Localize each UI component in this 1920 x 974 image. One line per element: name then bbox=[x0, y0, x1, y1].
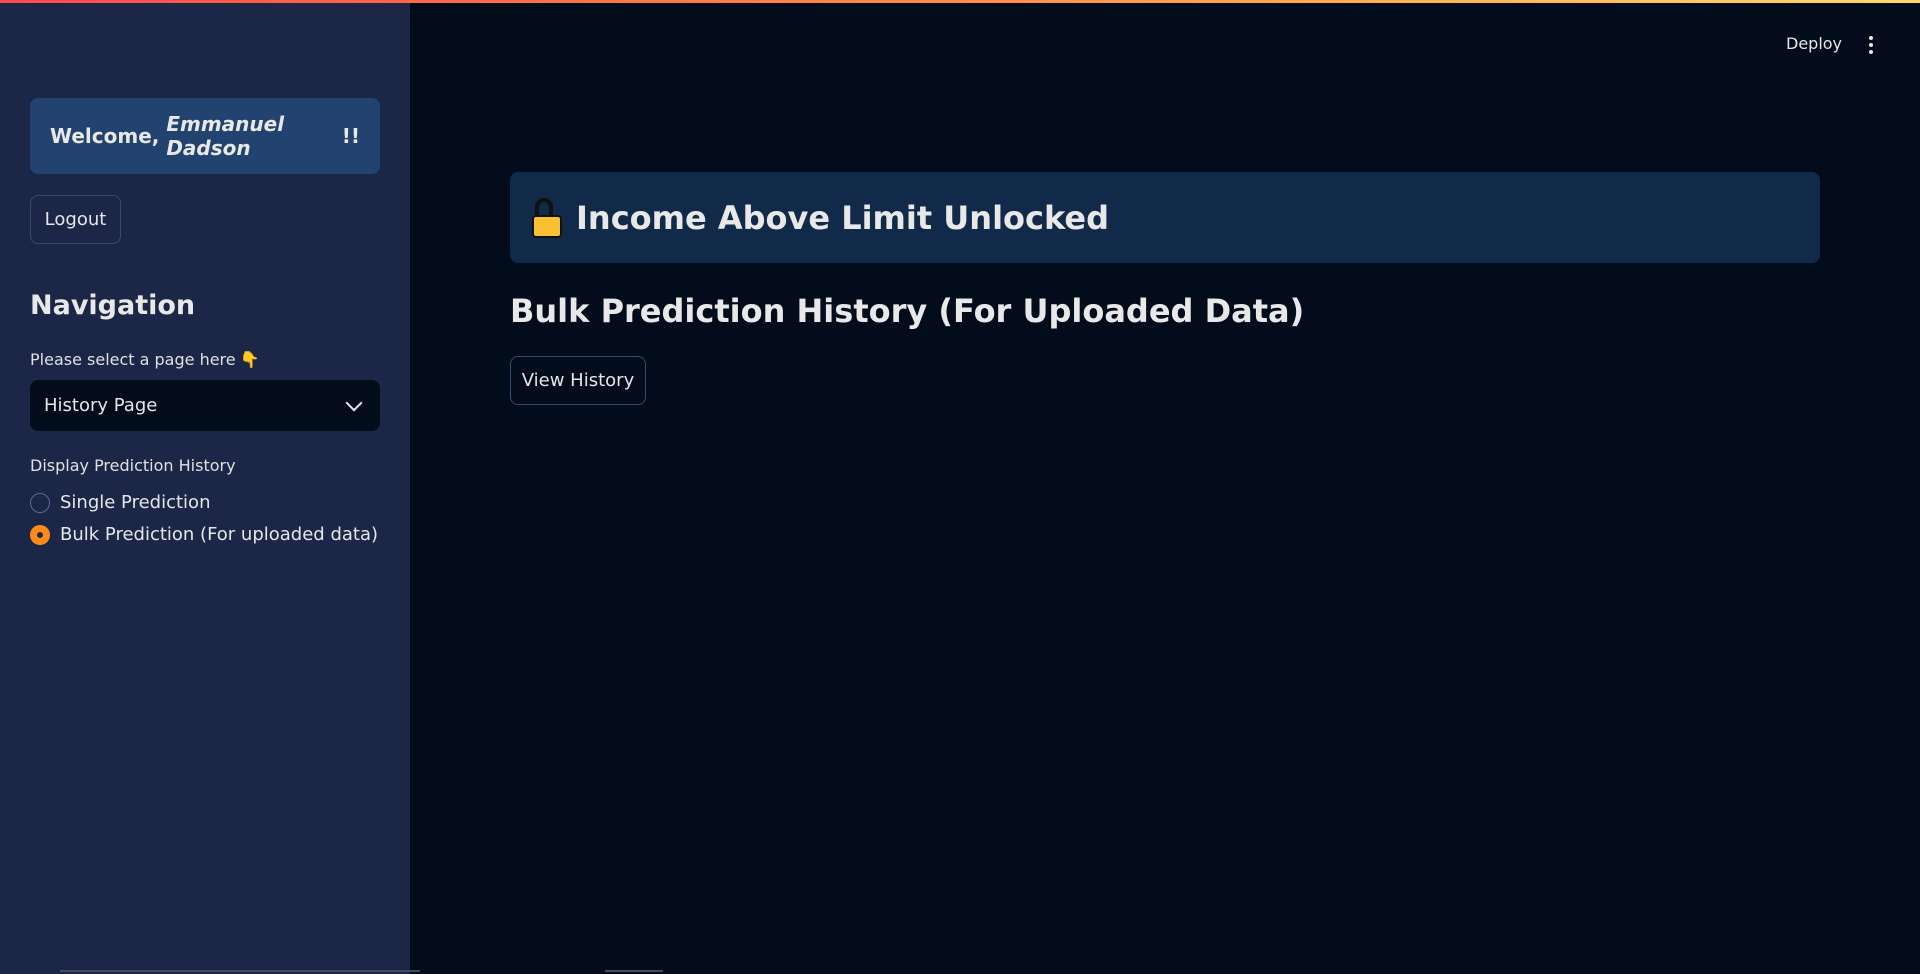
hero-banner: Income Above Limit Unlocked bbox=[510, 172, 1820, 263]
kebab-dot bbox=[1869, 36, 1873, 40]
unlocked-padlock-icon bbox=[532, 197, 562, 238]
section-title: Bulk Prediction History (For Uploaded Da… bbox=[510, 292, 1305, 330]
sidebar: Welcome, Emmanuel Dadson !! Logout Navig… bbox=[0, 0, 410, 974]
prediction-history-radio-label: Display Prediction History bbox=[30, 456, 236, 475]
padlock-body bbox=[532, 214, 562, 238]
welcome-suffix: !! bbox=[341, 124, 360, 148]
radio-label-bulk: Bulk Prediction (For uploaded data) bbox=[60, 524, 379, 545]
radio-bulk-prediction[interactable]: Bulk Prediction (For uploaded data) bbox=[30, 524, 378, 545]
page-select-label: Please select a page here 👇 bbox=[30, 350, 260, 369]
hero-title: Income Above Limit Unlocked bbox=[576, 198, 1110, 237]
kebab-dot bbox=[1869, 43, 1873, 47]
welcome-banner: Welcome, Emmanuel Dadson !! bbox=[30, 98, 380, 174]
welcome-user-name: Emmanuel Dadson bbox=[166, 112, 285, 160]
page-select-value: History Page bbox=[44, 395, 158, 416]
view-history-button[interactable]: View History bbox=[510, 356, 646, 405]
radio-button-selected[interactable] bbox=[30, 524, 50, 545]
welcome-prefix: Welcome, bbox=[50, 124, 167, 148]
deploy-button[interactable]: Deploy bbox=[1786, 34, 1842, 53]
kebab-menu-icon[interactable] bbox=[1868, 36, 1874, 54]
radio-label-single: Single Prediction bbox=[60, 492, 211, 513]
pointing-down-hand-icon: 👇 bbox=[239, 350, 260, 369]
page-select-dropdown[interactable]: History Page bbox=[30, 380, 380, 431]
radio-single-prediction[interactable]: Single Prediction bbox=[30, 492, 210, 513]
top-gradient-bar bbox=[0, 0, 1920, 3]
radio-button-unselected[interactable] bbox=[30, 492, 50, 513]
page-select-label-text: Please select a page here bbox=[30, 350, 236, 369]
logout-button[interactable]: Logout bbox=[30, 195, 121, 244]
navigation-heading: Navigation bbox=[30, 290, 196, 321]
kebab-dot bbox=[1869, 50, 1873, 54]
chevron-down-icon bbox=[345, 394, 363, 411]
horizontal-scrollbar-thumb[interactable] bbox=[605, 970, 663, 972]
horizontal-scrollbar[interactable] bbox=[60, 970, 420, 972]
